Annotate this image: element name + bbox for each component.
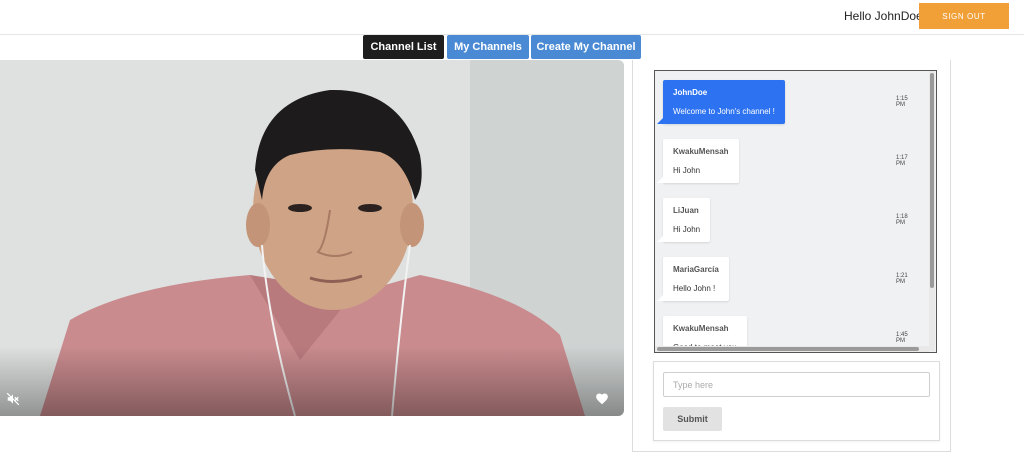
message-item: LiJuan Hi John 1:18 PM	[656, 198, 913, 242]
message-list-horizontal-scrollbar[interactable]	[655, 346, 929, 352]
message-author: MariaGarcía	[673, 265, 719, 274]
message-text: Hi John	[673, 166, 701, 175]
message-author: LiJuan	[673, 206, 699, 215]
message-time: 1:17 PM	[896, 155, 908, 167]
chat-message-input[interactable]	[663, 372, 930, 397]
message-author: JohnDoe	[673, 88, 708, 97]
submit-button[interactable]: Submit	[663, 407, 722, 431]
message-bubble: MariaGarcía Hello John !	[657, 257, 729, 301]
scrollbar-thumb[interactable]	[930, 73, 934, 288]
message-text: Hi John	[673, 225, 701, 234]
tab-channel-list[interactable]: Channel List	[363, 35, 444, 59]
sign-out-button[interactable]: SIGN OUT	[919, 3, 1009, 29]
message-time: 1:15 PM	[896, 96, 908, 108]
message-author: KwakuMensah	[673, 147, 729, 156]
tab-my-channels[interactable]: My Channels	[447, 35, 529, 59]
message-list[interactable]: JohnDoe Welcome to John's channel ! 1:15…	[654, 70, 937, 353]
message-item: MariaGarcía Hello John ! 1:21 PM	[657, 257, 913, 301]
message-item: JohnDoe Welcome to John's channel ! 1:15…	[657, 80, 913, 124]
scrollbar-thumb[interactable]	[657, 347, 919, 351]
message-time: 1:21 PM	[896, 273, 908, 285]
user-greeting: Hello JohnDoe	[844, 9, 923, 23]
message-time: 1:18 PM	[896, 214, 908, 226]
message-bubble: KwakuMensah Hi John	[657, 139, 739, 183]
volume-off-icon[interactable]	[6, 392, 20, 406]
message-text: Hello John !	[673, 284, 716, 293]
message-list-vertical-scrollbar[interactable]	[929, 71, 935, 351]
heart-icon[interactable]	[595, 392, 609, 406]
message-text: Welcome to John's channel !	[673, 107, 775, 116]
tab-create-my-channel[interactable]: Create My Channel	[531, 35, 641, 59]
message-bubble: JohnDoe Welcome to John's channel !	[657, 80, 785, 124]
message-item: KwakuMensah Hi John 1:17 PM	[657, 139, 913, 183]
message-author: KwakuMensah	[673, 324, 729, 333]
video-player[interactable]	[0, 60, 624, 416]
message-bubble: LiJuan Hi John	[656, 198, 711, 242]
video-controls-shade	[0, 346, 624, 416]
message-time: 1:45 PM	[896, 332, 908, 344]
